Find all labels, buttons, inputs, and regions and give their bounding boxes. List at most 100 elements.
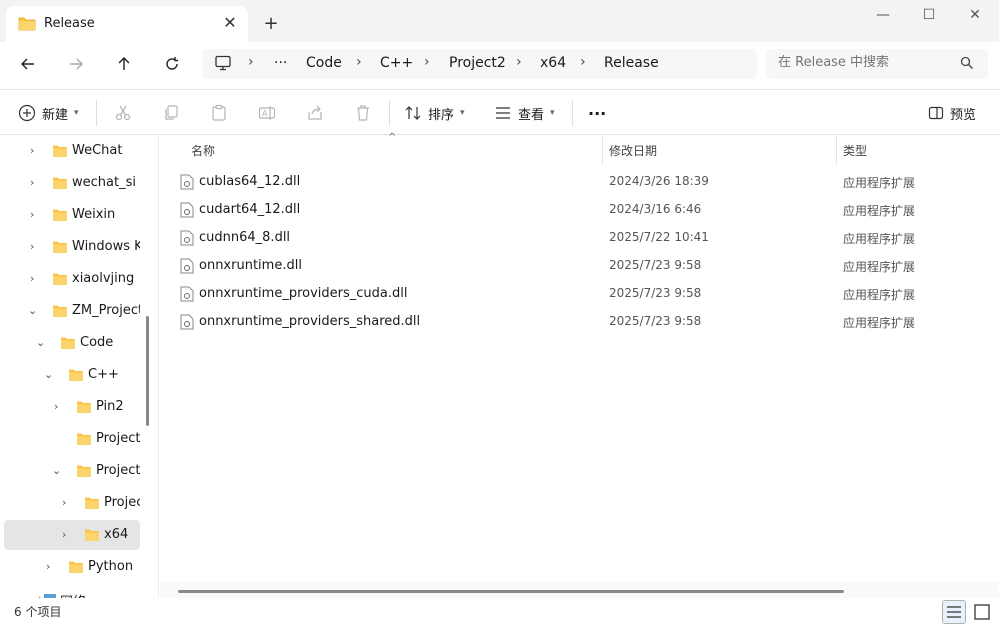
- breadcrumb-code[interactable]: Code: [306, 55, 342, 71]
- breadcrumb-release[interactable]: Release: [604, 55, 659, 71]
- sort-label: 排序: [428, 107, 455, 123]
- tree-item-wechat[interactable]: › WeChat: [4, 136, 140, 166]
- tree-item-network[interactable]: › 网络: [4, 584, 140, 598]
- search-icon[interactable]: [960, 56, 974, 74]
- chevron-right-icon[interactable]: ›: [62, 528, 66, 541]
- folder-icon: [52, 208, 68, 226]
- maximize-button[interactable]: ☐: [906, 4, 952, 28]
- address-bar[interactable]: › ··· Code › C++ › Project2 › x64 › Rele…: [202, 49, 757, 79]
- chevron-down-icon[interactable]: ⌄: [28, 304, 37, 317]
- chevron-right-icon[interactable]: ›: [62, 496, 66, 509]
- column-header-name[interactable]: 名称: [191, 142, 215, 159]
- new-button[interactable]: 新建 ▾: [18, 100, 79, 126]
- file-name: onnxruntime.dll: [199, 258, 302, 273]
- tree-item-project2[interactable]: ⌄ Project2: [4, 456, 140, 486]
- chevron-right-icon[interactable]: ›: [30, 176, 34, 189]
- navigation-bar: › ··· Code › C++ › Project2 › x64 › Rele…: [0, 42, 999, 86]
- chevron-right-icon[interactable]: ›: [54, 400, 58, 413]
- file-date: 2024/3/16 6:46: [609, 202, 702, 216]
- arrow-left-icon: [21, 58, 34, 70]
- tree-item-wechat-si[interactable]: › wechat_si: [4, 168, 140, 198]
- folder-icon: [52, 144, 68, 162]
- breadcrumb-cpp[interactable]: C++: [380, 55, 413, 71]
- sort-button[interactable]: 排序 ▾: [404, 100, 465, 126]
- tree-item-xiaolvjing[interactable]: › xiaolvjing: [4, 264, 140, 294]
- folder-open-icon: [68, 368, 84, 386]
- file-name: cublas64_12.dll: [199, 174, 301, 189]
- chevron-down-icon[interactable]: ⌄: [44, 368, 53, 381]
- computer-icon: [214, 55, 232, 75]
- file-row[interactable]: onnxruntime_providers_shared.dll 2025/7/…: [174, 308, 994, 336]
- search-input[interactable]: [778, 55, 948, 70]
- tree-item-zm-project[interactable]: ⌄ ZM_Project: [4, 296, 140, 326]
- chevron-right-icon[interactable]: ›: [46, 560, 50, 573]
- breadcrumb-separator: ›: [580, 54, 586, 70]
- details-view-button[interactable]: [942, 600, 966, 624]
- view-button[interactable]: 查看 ▾: [494, 100, 555, 126]
- minimize-button[interactable]: —: [860, 4, 906, 28]
- file-date: 2025/7/23 9:58: [609, 314, 702, 328]
- tree-item-python[interactable]: › Python: [4, 552, 140, 582]
- chevron-down-icon: ▾: [74, 108, 79, 118]
- chevron-right-icon[interactable]: ›: [30, 144, 34, 157]
- folder-icon: [52, 272, 68, 290]
- tree-item-windows-kits[interactable]: › Windows Ki: [4, 232, 140, 262]
- refresh-button[interactable]: [156, 50, 188, 78]
- navigation-pane: › WeChat › wechat_si › Weixin › Windows …: [0, 136, 152, 598]
- delete-button[interactable]: [354, 100, 372, 126]
- file-row[interactable]: cudnn64_8.dll 2025/7/22 10:41 应用程序扩展: [174, 224, 994, 252]
- file-name: onnxruntime_providers_cuda.dll: [199, 286, 408, 301]
- clipboard-icon: [212, 104, 226, 121]
- chevron-right-icon[interactable]: ›: [30, 272, 34, 285]
- share-button[interactable]: [306, 100, 324, 126]
- paste-button[interactable]: [210, 100, 228, 126]
- chevron-down-icon[interactable]: ⌄: [36, 336, 45, 349]
- more-options-button[interactable]: ···: [588, 100, 606, 126]
- tiles-view-button[interactable]: [972, 602, 992, 622]
- dll-file-icon: [180, 202, 194, 222]
- breadcrumb-overflow[interactable]: ···: [274, 55, 287, 71]
- cut-button[interactable]: [114, 100, 132, 126]
- breadcrumb-x64[interactable]: x64: [540, 55, 566, 71]
- chevron-down-icon[interactable]: ⌄: [52, 464, 61, 477]
- column-header-date[interactable]: 修改日期: [609, 142, 657, 159]
- back-button[interactable]: [12, 50, 44, 78]
- rename-button[interactable]: A: [258, 100, 276, 126]
- close-window-button[interactable]: ✕: [952, 4, 998, 28]
- tree-item-weixin[interactable]: › Weixin: [4, 200, 140, 230]
- up-button[interactable]: [108, 50, 140, 78]
- file-row[interactable]: cublas64_12.dll 2024/3/26 18:39 应用程序扩展: [174, 168, 994, 196]
- command-bar: 新建 ▾ A 排序 ▾ 查看 ▾ ··· 预览: [0, 89, 999, 135]
- copy-button[interactable]: [162, 100, 180, 126]
- tab-title: Release: [44, 16, 95, 31]
- search-box[interactable]: [766, 49, 988, 79]
- file-row[interactable]: onnxruntime.dll 2025/7/23 9:58 应用程序扩展: [174, 252, 994, 280]
- tree-item-x64[interactable]: › x64: [4, 520, 140, 550]
- title-bar: Release ✕ + — ☐ ✕: [0, 0, 999, 42]
- tree-item-pin2[interactable]: › Pin2: [4, 392, 140, 422]
- forward-button[interactable]: [60, 50, 92, 78]
- breadcrumb-project2[interactable]: Project2: [449, 55, 506, 71]
- horizontal-scrollbar[interactable]: [178, 590, 844, 593]
- tree-item-code[interactable]: ⌄ Code: [4, 328, 140, 358]
- pane-divider[interactable]: [158, 136, 159, 598]
- file-type: 应用程序扩展: [843, 260, 916, 274]
- scissors-icon: [115, 105, 131, 121]
- sidebar-scrollbar[interactable]: [146, 316, 149, 426]
- file-row[interactable]: cudart64_12.dll 2024/3/16 6:46 应用程序扩展: [174, 196, 994, 224]
- column-divider[interactable]: [836, 136, 837, 164]
- tree-item-cpp[interactable]: ⌄ C++: [4, 360, 140, 390]
- file-row[interactable]: onnxruntime_providers_cuda.dll 2025/7/23…: [174, 280, 994, 308]
- column-divider[interactable]: [602, 136, 603, 164]
- tree-item-project-sub[interactable]: › Projec: [4, 488, 140, 518]
- file-date: 2025/7/22 10:41: [609, 230, 709, 244]
- chevron-right-icon[interactable]: ›: [30, 240, 34, 253]
- preview-button[interactable]: 预览: [928, 100, 976, 126]
- tree-item-project1[interactable]: Project1: [4, 424, 140, 454]
- tab-release[interactable]: Release ✕: [6, 6, 248, 42]
- new-tab-button[interactable]: +: [258, 12, 284, 38]
- details-view-icon: [947, 606, 961, 618]
- column-header-type[interactable]: 类型: [843, 142, 867, 159]
- close-tab-button[interactable]: ✕: [218, 11, 242, 35]
- chevron-right-icon[interactable]: ›: [30, 208, 34, 221]
